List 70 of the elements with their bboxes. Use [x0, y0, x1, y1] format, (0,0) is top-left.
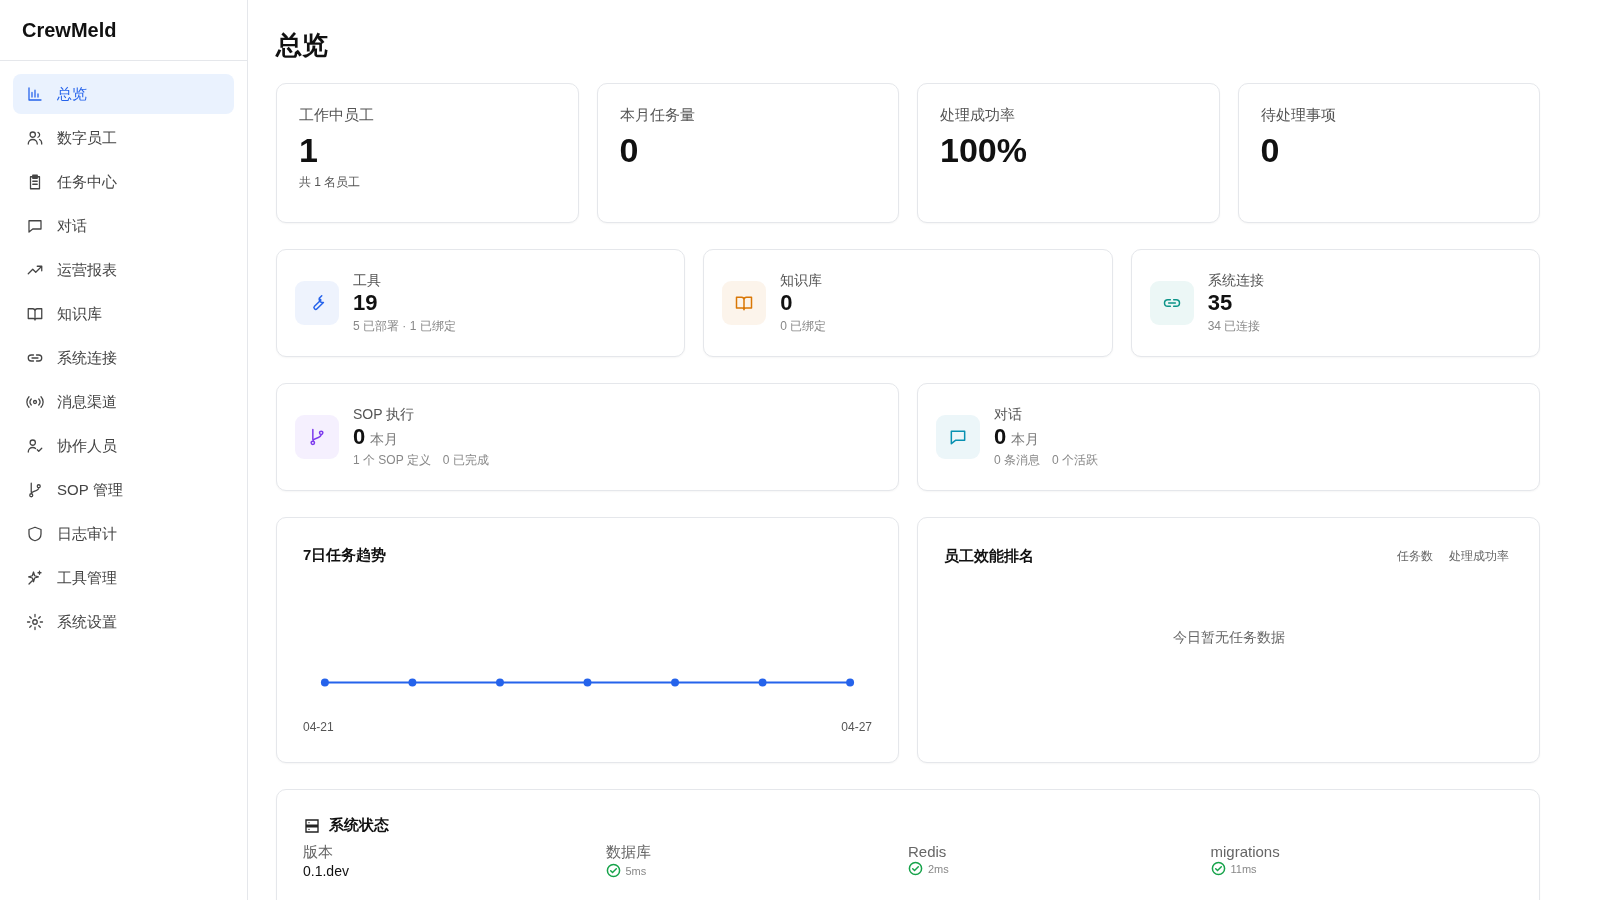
card-note: 0 已绑定: [780, 317, 827, 335]
card-label: 系统连接: [1207, 271, 1264, 290]
nav-item[interactable]: 知识库: [13, 294, 234, 334]
stat-note: 共 1 名员工: [299, 174, 362, 191]
card-note: 0 已完成: [442, 451, 489, 469]
card-note: 0 条消息: [994, 451, 1040, 469]
nav-item[interactable]: 总览: [13, 74, 234, 114]
sort-option[interactable]: 任务数: [1393, 546, 1437, 567]
card-note: 0 个活跃: [1052, 451, 1099, 469]
stat-label: 工作中员工: [299, 106, 375, 125]
nav-item[interactable]: SOP 管理: [13, 470, 234, 510]
nav-icon: [26, 437, 44, 455]
card-label: 工具: [353, 271, 382, 290]
card-label: 对话: [994, 405, 1023, 424]
card-value: 19: [353, 289, 379, 316]
status-label: 数据库: [605, 843, 652, 862]
nav-icon: [26, 481, 44, 499]
status-value: 0.1.dev: [303, 863, 350, 879]
empty-message: 今日暂无任务数据: [1172, 629, 1285, 647]
nav-icon: [26, 305, 44, 323]
stat-value: 0: [619, 131, 640, 170]
card-note: 1 个 SOP 定义: [353, 451, 431, 469]
page-title: 总览: [276, 29, 329, 62]
stat-value: 1: [299, 131, 319, 170]
nav-icon: [26, 217, 44, 235]
brand-logo: CrewMeld: [0, 0, 247, 61]
nav-item[interactable]: 系统连接: [13, 338, 234, 378]
nav-item[interactable]: 运营报表: [13, 250, 234, 290]
nav-item[interactable]: 对话: [13, 206, 234, 246]
stat-label: 本月任务量: [619, 106, 696, 125]
card-value: 0: [994, 423, 1007, 450]
stat-value: 100%: [940, 131, 1028, 170]
card-unit: 本月: [370, 430, 399, 449]
card-value: 0: [780, 289, 794, 316]
status-latency: 5ms: [625, 864, 647, 877]
status-label: migrations: [1210, 843, 1281, 860]
status-label: Redis: [908, 843, 948, 860]
nav-icon: [26, 569, 44, 587]
nav-item[interactable]: 数字员工: [13, 118, 234, 158]
sort-option[interactable]: 处理成功率: [1445, 546, 1513, 567]
nav-item[interactable]: 工具管理: [13, 558, 234, 598]
nav-item[interactable]: 系统设置: [13, 602, 234, 642]
stat-label: 待处理事项: [1260, 106, 1337, 125]
card-note: 5 已部署 · 1 已绑定: [353, 317, 456, 335]
card-value: 0: [353, 423, 366, 450]
status-latency: 2ms: [928, 862, 949, 875]
server-icon: [303, 816, 321, 835]
card-title: 7日任务趋势: [303, 546, 388, 565]
nav-icon: [26, 613, 44, 631]
card-title: 系统状态: [329, 816, 389, 835]
nav-icon: [26, 129, 44, 147]
status-latency: 11ms: [1230, 862, 1257, 875]
card-unit: 本月: [1011, 430, 1040, 449]
status-label: 版本: [303, 843, 334, 862]
card-label: 知识库: [780, 271, 824, 290]
nav-item[interactable]: 协作人员: [13, 426, 234, 466]
stat-label: 处理成功率: [940, 106, 1016, 125]
card-label: SOP 执行: [353, 405, 416, 424]
axis-label: 04-21: [303, 720, 334, 734]
nav-icon: [26, 393, 44, 411]
nav-item[interactable]: 消息渠道: [13, 382, 234, 422]
axis-label: 04-27: [841, 720, 872, 734]
card-title: 员工效能排名: [944, 547, 1034, 566]
nav-item[interactable]: 日志审计: [13, 514, 234, 554]
nav-icon: [26, 525, 44, 543]
card-value: 35: [1207, 289, 1234, 316]
stat-value: 0: [1260, 131, 1281, 170]
nav-item[interactable]: 任务中心: [13, 162, 234, 202]
card-note: 34 已连接: [1207, 317, 1261, 335]
nav-icon: [26, 85, 44, 103]
